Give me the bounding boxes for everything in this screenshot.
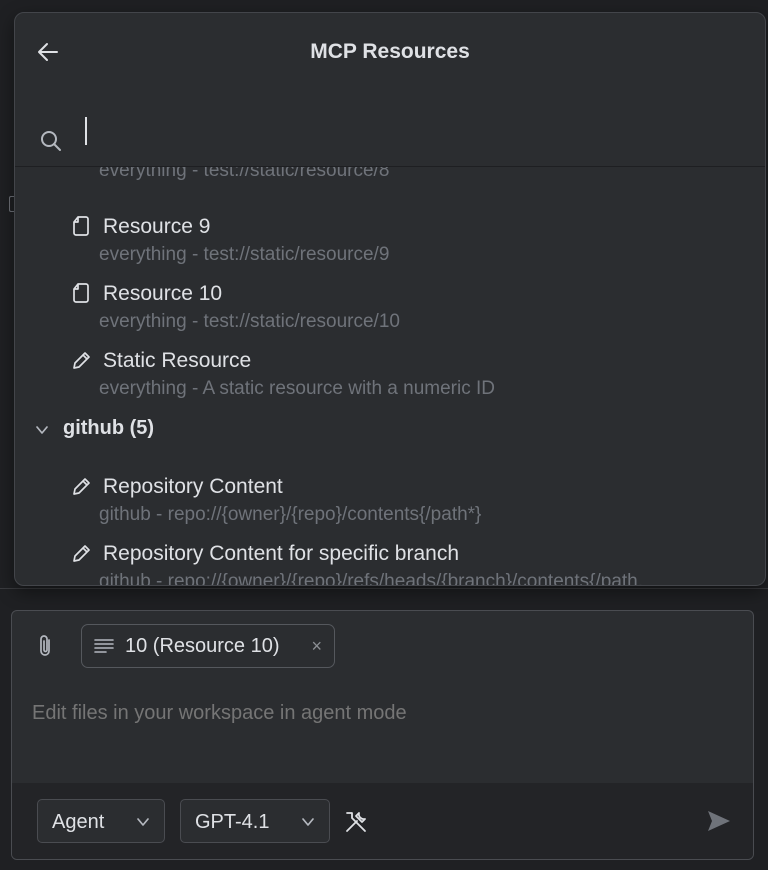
close-icon[interactable]: × xyxy=(311,636,322,657)
prompt-input[interactable] xyxy=(30,701,734,726)
mcp-resources-popup: MCP Resources everything - test://static… xyxy=(14,12,766,586)
resource-item-9[interactable]: Resource 9 everything - test://static/re… xyxy=(15,209,765,269)
search-icon xyxy=(41,131,61,151)
popup-title: MCP Resources xyxy=(310,40,470,63)
resource-desc: everything - A static resource with a nu… xyxy=(99,378,495,399)
mode-dropdown[interactable]: Agent xyxy=(37,799,165,843)
resource-name: Resource 10 xyxy=(103,282,223,305)
resource-item-repository-content[interactable]: Repository Content github - repo://{owne… xyxy=(15,469,765,529)
chevron-down-icon xyxy=(36,426,48,434)
resource-item-repository-content-branch[interactable]: Repository Content for specific branch g… xyxy=(15,536,765,585)
model-dropdown[interactable]: GPT-4.1 xyxy=(180,799,330,843)
resource-name: Resource 9 xyxy=(103,215,211,238)
paperclip-icon[interactable] xyxy=(34,633,58,659)
resource-name: Repository Content for specific branch xyxy=(103,542,460,565)
pencil-icon xyxy=(73,352,90,369)
file-icon xyxy=(73,216,89,236)
chevron-down-icon xyxy=(137,818,149,826)
model-value: GPT-4.1 xyxy=(195,811,270,833)
pencil-icon xyxy=(73,545,90,562)
context-chip[interactable]: 10 (Resource 10) × xyxy=(81,624,335,668)
chevron-down-icon xyxy=(302,818,314,826)
resource-list[interactable]: everything - test://static/resource/8 Re… xyxy=(15,167,765,585)
resource-desc: everything - test://static/resource/10 xyxy=(99,311,400,332)
mode-value: Agent xyxy=(52,811,105,833)
resource-item-10[interactable]: Resource 10 everything - test://static/r… xyxy=(15,276,765,336)
resource-desc: everything - test://static/resource/9 xyxy=(99,244,390,265)
search-row xyxy=(15,105,765,165)
pencil-icon xyxy=(73,478,90,495)
search-input[interactable] xyxy=(79,117,743,153)
background-divider xyxy=(0,588,768,589)
resource-desc: github - repo://{owner}/{repo}/contents{… xyxy=(99,504,482,525)
chat-toolbar: Agent GPT-4.1 xyxy=(12,783,753,859)
resource-item-static[interactable]: Static Resource everything - A static re… xyxy=(15,343,765,403)
chip-label: 10 (Resource 10) xyxy=(125,635,280,657)
resource-8-desc: everything - test://static/resource/8 xyxy=(99,167,390,181)
group-label: github (5) xyxy=(63,417,155,439)
resource-desc: github - repo://{owner}/{repo}/refs/head… xyxy=(99,571,644,585)
group-github[interactable]: github (5) xyxy=(15,415,765,445)
resource-name: Repository Content xyxy=(103,475,283,498)
popup-header: MCP Resources xyxy=(15,13,765,93)
chat-input-panel: 10 (Resource 10) × Agent GPT-4.1 xyxy=(11,610,754,860)
tools-icon[interactable] xyxy=(343,809,369,835)
send-icon[interactable] xyxy=(705,807,733,835)
lines-icon xyxy=(94,639,114,653)
text-caret xyxy=(85,117,87,145)
resource-name: Static Resource xyxy=(103,349,252,372)
file-icon xyxy=(73,283,89,303)
